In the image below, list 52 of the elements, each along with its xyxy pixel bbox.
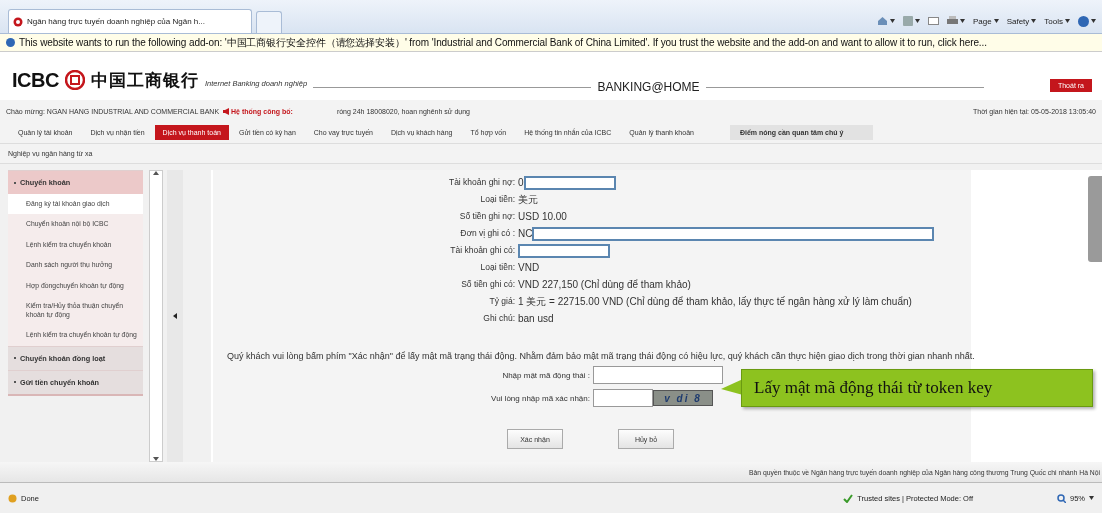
- toolbar-menu[interactable]: Page: [972, 16, 999, 26]
- caret-icon: [959, 19, 965, 23]
- brand-title: BANKING@HOME: [597, 80, 700, 94]
- mail-icon[interactable]: [927, 17, 939, 25]
- check-icon: [843, 493, 854, 503]
- field-label: Loại tiền:: [479, 193, 516, 206]
- field-label: Nhập mật mã động thái :: [501, 370, 591, 380]
- bank-logo-icon: [13, 16, 23, 27]
- field-label: Tỷ giá:: [488, 295, 516, 308]
- field-label: Số tiền ghi có:: [460, 278, 516, 291]
- caret-icon: [1065, 19, 1070, 23]
- magnifier-icon[interactable]: [1057, 493, 1066, 503]
- collapse-arrow-icon[interactable]: [173, 313, 177, 319]
- field-label: Số tiền ghi nợ:: [458, 210, 516, 223]
- caret-icon: [889, 19, 895, 23]
- field-value: USD 10.00: [518, 210, 567, 224]
- field-value: 美元: [518, 193, 538, 207]
- caret-icon: [1031, 19, 1037, 23]
- otp-field[interactable]: [593, 366, 723, 384]
- home-icon[interactable]: [876, 16, 888, 26]
- speaker-icon: [223, 107, 230, 115]
- field-label: Vui lòng nhập mã xác nhận:: [490, 393, 591, 403]
- field-label: Đơn vị ghi có :: [459, 227, 516, 240]
- field-label: Loại tiền:: [479, 261, 516, 274]
- caret-icon: [993, 19, 999, 23]
- field-label: Ghi chú:: [482, 312, 516, 325]
- bank-logo-icon: [64, 70, 85, 90]
- scrollbar[interactable]: [149, 170, 163, 462]
- field-value: 0: [518, 176, 524, 190]
- caret-icon: [1089, 496, 1094, 500]
- captcha-image: v di 8: [653, 390, 713, 406]
- page-icon: [8, 493, 17, 503]
- toolbar-menu[interactable]: Tools: [1044, 16, 1070, 26]
- print-icon[interactable]: [946, 16, 958, 26]
- logo-text: ICBC: [12, 68, 59, 92]
- new-tab-button[interactable]: [256, 11, 282, 33]
- browser-tab[interactable]: Ngân hàng trực tuyến doanh nghiệp của Ngân h...: [8, 9, 252, 33]
- toolbar-menu[interactable]: Safety: [1006, 16, 1037, 26]
- caret-icon: [914, 19, 920, 23]
- field-label: Tài khoản ghi nợ:: [447, 176, 516, 189]
- field-value: VND 227,150 (Chỉ dùng để tham khảo): [518, 278, 691, 292]
- field-value: NC: [518, 227, 533, 241]
- callout: Lấy mật mã động thái từ token key: [741, 369, 1093, 407]
- field-value: VND: [518, 261, 540, 275]
- field-label: Tài khoản ghi có:: [449, 244, 516, 257]
- caret-icon: [1091, 19, 1096, 23]
- scroll-up-icon[interactable]: [153, 171, 159, 175]
- field-value: ban usd: [518, 312, 554, 326]
- help-icon[interactable]: [1078, 15, 1089, 27]
- field-value: 1 美元 = 22715.00 VND (Chỉ dùng để tham khảo, lấy thực tế ngân hàng xử lý làm chuẩn): [518, 295, 912, 309]
- logo-text: 中国工商银行: [90, 69, 199, 92]
- captcha-field[interactable]: [593, 389, 653, 407]
